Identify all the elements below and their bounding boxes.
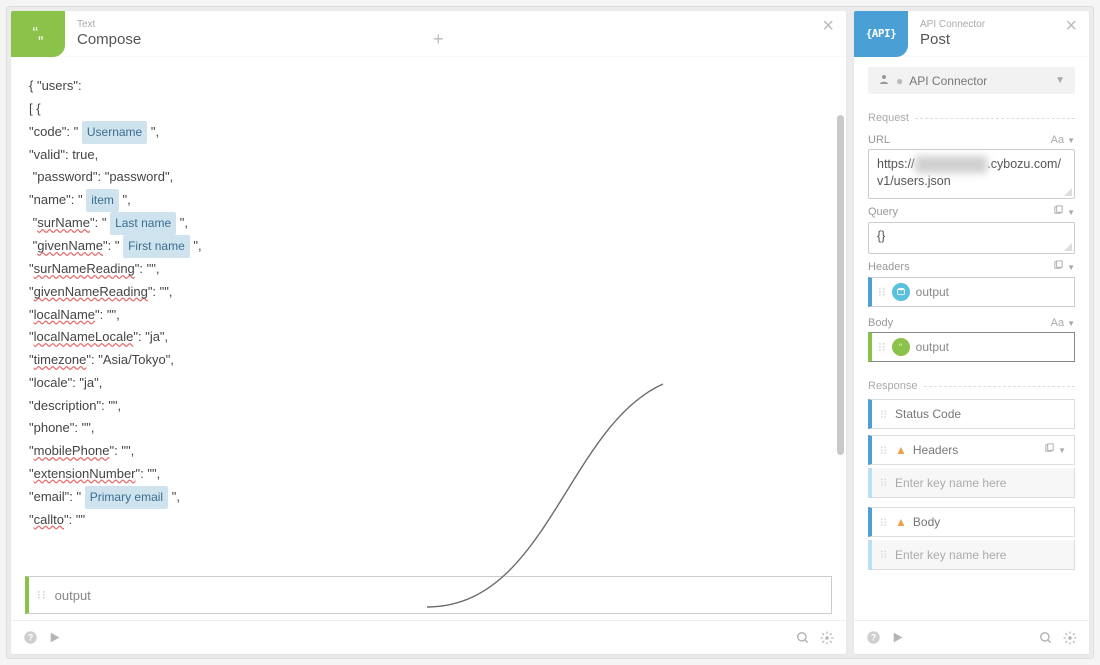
- add-card-button[interactable]: +: [433, 29, 444, 50]
- response-headers-toggle[interactable]: ⁝⁝ ▲ Headers ▼: [868, 435, 1075, 465]
- variable-token[interactable]: item: [86, 189, 119, 212]
- compose-line: "callto": "": [29, 509, 828, 532]
- response-body-nested: ⁝⁝ Enter key name here: [868, 540, 1075, 570]
- play-icon[interactable]: [48, 631, 61, 644]
- grip-icon: ⁝⁝: [37, 588, 47, 602]
- headers-label: Headers ▼: [868, 260, 1075, 274]
- request-section: Request: [868, 112, 1075, 124]
- api-footer: ?: [854, 620, 1089, 654]
- compose-line: "surNameReading": "",: [29, 258, 828, 281]
- chevron-down-icon[interactable]: ▼: [1058, 446, 1066, 455]
- chevron-down-icon[interactable]: ▼: [1067, 208, 1075, 217]
- text-icon: “„: [11, 11, 65, 57]
- compose-line: "localName": "",: [29, 304, 828, 327]
- api-title: Post: [920, 31, 1081, 48]
- chevron-down-icon: ▼: [1055, 75, 1065, 86]
- url-input[interactable]: https://xxxxxxxxxxx.cybozu.com/v1/users.…: [868, 149, 1075, 199]
- api-body: ● API Connector ▼ Request URL Aa▼ https:…: [854, 57, 1089, 620]
- response-body-toggle[interactable]: ⁝⁝ ▲ Body: [868, 507, 1075, 537]
- help-icon[interactable]: ?: [866, 630, 881, 645]
- variable-token[interactable]: Username: [82, 121, 147, 144]
- grip-icon: ⁝⁝: [880, 516, 887, 529]
- compose-category: Text: [77, 19, 838, 31]
- compose-line: "phone": "",: [29, 417, 828, 440]
- compose-footer: ?: [11, 620, 846, 654]
- search-icon[interactable]: [796, 631, 810, 645]
- grip-icon: ⁝⁝: [880, 548, 887, 561]
- connector-dropdown[interactable]: ● API Connector ▼: [868, 67, 1075, 94]
- variable-token[interactable]: Last name: [110, 212, 176, 235]
- api-category: API Connector: [920, 19, 1081, 31]
- grip-icon: ⁝⁝: [880, 408, 887, 421]
- grip-icon: ⁝⁝: [880, 444, 887, 457]
- svg-text:?: ?: [871, 633, 876, 643]
- text-mini-icon: “: [892, 338, 910, 356]
- chevron-down-icon[interactable]: ▼: [1067, 319, 1075, 328]
- compose-title: Compose: [77, 31, 838, 48]
- help-icon[interactable]: ?: [23, 630, 38, 645]
- grip-icon: ⁝⁝: [878, 340, 886, 354]
- headers-linked-output[interactable]: ⁝⁝ output: [868, 277, 1075, 307]
- compose-line: "timezone": "Asia/Tokyo",: [29, 349, 828, 372]
- compose-line: "locale": "ja",: [29, 372, 828, 395]
- query-label: Query ▼: [868, 205, 1075, 219]
- url-label: URL Aa▼: [868, 134, 1075, 146]
- compose-line: "localNameLocale": "ja",: [29, 326, 828, 349]
- api-icon: {API}: [854, 11, 908, 57]
- gear-icon[interactable]: [1063, 631, 1077, 645]
- compose-line: "givenName": " First name ",: [29, 235, 828, 258]
- variable-token[interactable]: First name: [123, 235, 190, 258]
- compose-line: "email": " Primary email ",: [29, 486, 828, 509]
- response-header-key-input[interactable]: ⁝⁝ Enter key name here: [872, 468, 1075, 498]
- compose-line: "description": "",: [29, 395, 828, 418]
- close-icon[interactable]: ×: [1059, 15, 1083, 38]
- variable-token[interactable]: Primary email: [85, 486, 168, 509]
- response-body-key-input[interactable]: ⁝⁝ Enter key name here: [872, 540, 1075, 570]
- copy-icon[interactable]: [1044, 443, 1055, 457]
- db-icon: [892, 283, 910, 301]
- api-card: {API} API Connector Post × ● API Connect…: [854, 11, 1089, 654]
- compose-line: "givenNameReading": "",: [29, 281, 828, 304]
- copy-icon[interactable]: [1053, 260, 1064, 274]
- copy-icon[interactable]: [1053, 205, 1064, 219]
- compose-output[interactable]: ⁝⁝ output: [25, 576, 832, 614]
- user-icon: [878, 73, 890, 88]
- output-label: output: [55, 588, 91, 603]
- chevron-up-icon: ▲: [895, 443, 907, 457]
- play-icon[interactable]: [891, 631, 904, 644]
- connector-label: API Connector: [909, 74, 987, 88]
- close-icon[interactable]: ×: [816, 15, 840, 38]
- body-label: Body Aa▼: [868, 317, 1075, 329]
- scrollbar[interactable]: [837, 115, 844, 455]
- body-output-label: output: [916, 340, 949, 354]
- headers-output-label: output: [916, 285, 949, 299]
- compose-line: "valid": true,: [29, 144, 828, 167]
- compose-line: "name": " item ",: [29, 189, 828, 212]
- query-input[interactable]: {}: [868, 222, 1075, 254]
- compose-line: "password": "password",: [29, 166, 828, 189]
- gear-icon[interactable]: [820, 631, 834, 645]
- chevron-down-icon[interactable]: ▼: [1067, 263, 1075, 272]
- response-headers-nested: ⁝⁝ Enter key name here: [868, 468, 1075, 498]
- svg-text:?: ?: [28, 633, 33, 643]
- status-code-output[interactable]: ⁝⁝ Status Code: [868, 399, 1075, 429]
- response-section: Response: [868, 380, 1075, 392]
- chevron-down-icon[interactable]: ▼: [1067, 136, 1075, 145]
- compose-line: "mobilePhone": "",: [29, 440, 828, 463]
- body-linked-output[interactable]: ⁝⁝ “ output: [868, 332, 1075, 362]
- compose-line: "extensionNumber": "",: [29, 463, 828, 486]
- search-icon[interactable]: [1039, 631, 1053, 645]
- compose-header: “„ Text Compose ×: [11, 11, 846, 57]
- chevron-up-icon: ▲: [895, 515, 907, 529]
- compose-line: { "users":: [29, 75, 828, 98]
- grip-icon: ⁝⁝: [878, 285, 886, 299]
- grip-icon: ⁝⁝: [880, 476, 887, 489]
- compose-body[interactable]: { "users":[ {"code": " Username ","valid…: [11, 57, 846, 620]
- compose-line: "code": " Username ",: [29, 121, 828, 144]
- compose-line: "surName": " Last name ",: [29, 212, 828, 235]
- api-header: {API} API Connector Post ×: [854, 11, 1089, 57]
- compose-card: “„ Text Compose × { "users":[ {"code": "…: [11, 11, 846, 654]
- compose-line: [ {: [29, 98, 828, 121]
